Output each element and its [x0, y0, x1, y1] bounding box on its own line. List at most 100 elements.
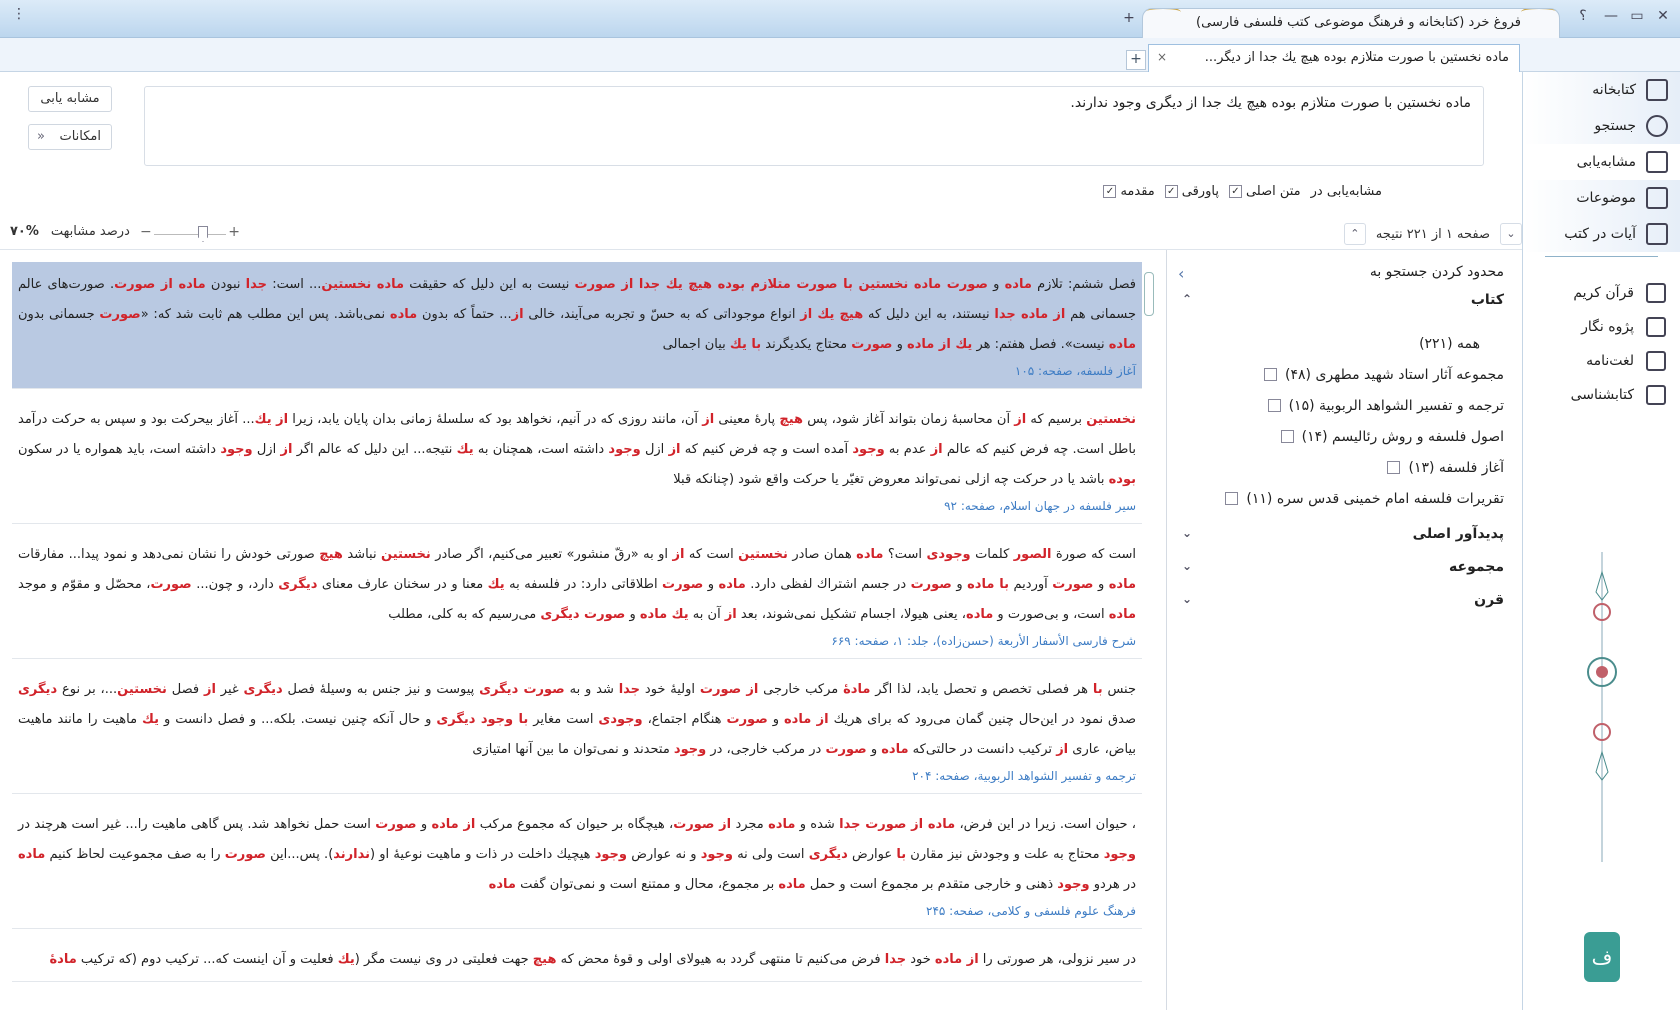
- highlight-match: با: [1092, 682, 1103, 697]
- close-tab-icon[interactable]: ×: [1157, 50, 1167, 64]
- highlight-match: جدا: [618, 682, 641, 697]
- results-scrollbar[interactable]: [1142, 262, 1156, 994]
- result-source-link[interactable]: شرح فارسی الأسفار الأربعة (حسن‌زاده)، جل…: [18, 630, 1136, 652]
- new-window-tab-button[interactable]: +: [1118, 10, 1140, 26]
- checkbox-icon[interactable]: [1267, 399, 1281, 412]
- result-source-link[interactable]: آغاز فلسفه، صفحه: ۱۰۵: [18, 360, 1136, 382]
- book-filter-label: ترجمه و تفسیر الشواهد الربوبیة (۱۵): [1288, 397, 1504, 414]
- result-source-link[interactable]: سیر فلسفه در جهان اسلام، صفحه: ۹۲: [18, 495, 1136, 517]
- sidebar-item-library[interactable]: کتابخانه: [1523, 72, 1680, 108]
- result-item[interactable]: نخستین برسیم که از آن محاسبهٔ زمان بتوان…: [12, 397, 1142, 524]
- highlight-match: از ماده جدا: [994, 307, 1066, 322]
- highlight-match: جدا: [245, 277, 268, 292]
- highlight-match: ماده: [488, 877, 516, 892]
- result-source-link[interactable]: ترجمه و تفسیر الشواهد الربوبیة، صفحه: ۲۰…: [18, 765, 1136, 787]
- book-filter-item[interactable]: تقریرات فلسفه امام خمینی قدس سره (۱۱): [1204, 483, 1504, 514]
- scrollbar-thumb[interactable]: [1144, 272, 1154, 316]
- tab-search-result[interactable]: × ماده نخستین با صورت متلازم بوده هیچ یك…: [1148, 44, 1520, 72]
- menu-dots-icon[interactable]: ⋮: [8, 6, 30, 22]
- checkbox-checked-icon: ✓: [1103, 185, 1117, 198]
- filter-head-author[interactable]: پدیدآور اصلی ⌄: [1182, 526, 1504, 542]
- book-filter-item[interactable]: ترجمه و تفسیر الشواهد الربوبیة (۱۵): [1204, 390, 1504, 421]
- book-filter-list: همه (۲۲۱) مجموعه آثار استاد شهید مطهری (…: [1204, 328, 1504, 514]
- add-tab-button[interactable]: +: [1126, 50, 1146, 70]
- result-text: ، حیوان است. زیرا در این فرض، ماده از صو…: [18, 817, 1137, 892]
- filter-all[interactable]: همه (۲۲۱): [1204, 328, 1504, 359]
- sidebar-item-search[interactable]: جستجو: [1523, 108, 1680, 144]
- highlight-match: از ماده: [934, 952, 979, 967]
- sidebar-item-topics[interactable]: موضوعات: [1523, 180, 1680, 216]
- next-page-button[interactable]: ⌄: [1500, 223, 1522, 245]
- maximize-button[interactable]: ▭: [1626, 8, 1648, 24]
- options-button[interactable]: امکانات «: [28, 124, 112, 150]
- highlight-match: وجود: [673, 742, 707, 757]
- checkbox-icon[interactable]: [1264, 368, 1278, 381]
- sidebar-item-quran[interactable]: قرآن کریم: [1523, 276, 1680, 310]
- filter-title: محدود کردن جستجو به: [1369, 264, 1504, 280]
- highlight-match: ماده نخستین: [321, 277, 405, 292]
- book-filter-item[interactable]: اصول فلسفه و روش رئالیسم (۱۴): [1204, 421, 1504, 452]
- highlight-match: از صورت: [699, 682, 759, 697]
- result-item[interactable]: ، حیوان است. زیرا در این فرض، ماده از صو…: [12, 802, 1142, 929]
- footnote-checkbox[interactable]: پاورقی ✓: [1164, 184, 1219, 199]
- similarity-slider[interactable]: − +: [140, 224, 240, 242]
- highlight-match: از صورت: [673, 817, 732, 832]
- checkbox-icon[interactable]: [1387, 461, 1401, 474]
- result-item[interactable]: جنس با هر فصلی تخصص و تحصل یابد، لذا اگر…: [12, 667, 1142, 794]
- similarity-percent: درصد مشابهت ۷۰%: [10, 224, 130, 239]
- filter-head-collection[interactable]: مجموعه ⌄: [1182, 559, 1504, 575]
- sidebar-item-label: پژوه نگار: [1581, 319, 1634, 335]
- highlight-match: از: [280, 442, 293, 457]
- sidebar-item-bibliography[interactable]: کتابشناسی: [1523, 378, 1680, 412]
- filter-head-century[interactable]: قرن ⌄: [1182, 592, 1504, 608]
- chevron-up-icon: ⌃: [1182, 292, 1193, 306]
- app-tab[interactable]: فروغ خرد (کتابخانه و فرهنگ موضوعی کتب فل…: [1142, 8, 1560, 38]
- highlight-match: با یك: [729, 337, 762, 352]
- checkbox-icon[interactable]: [1225, 492, 1239, 505]
- similar-icon: [1646, 151, 1668, 173]
- minimize-button[interactable]: —: [1600, 8, 1622, 24]
- highlight-match: ماده: [718, 577, 746, 592]
- ornament-divider: [1545, 256, 1658, 272]
- highlight-match: از: [203, 682, 216, 697]
- prev-page-button[interactable]: ⌃: [1343, 223, 1366, 245]
- sidebar-item-dictionary[interactable]: لغت‌نامه: [1523, 344, 1680, 378]
- book-filter-item[interactable]: مجموعه آثار استاد شهید مطهری (۴۸): [1204, 359, 1504, 390]
- highlight-match: صورت: [851, 337, 893, 352]
- book-filter-label: مجموعه آثار استاد شهید مطهری (۴۸): [1285, 366, 1504, 383]
- sidebar-item-notes[interactable]: پژوه نگار: [1523, 310, 1680, 344]
- help-button[interactable]: ؟: [1572, 8, 1594, 24]
- sidebar-item-similar[interactable]: مشابه‌یابی: [1523, 144, 1680, 180]
- highlight-match: از: [930, 442, 943, 457]
- checkbox-checked-icon: ✓: [1228, 185, 1242, 198]
- sidebar-item-label: قرآن کریم: [1573, 285, 1634, 301]
- highlight-match: یك از ماده: [907, 337, 973, 352]
- filter-head-book[interactable]: کتاب ⌃: [1182, 292, 1504, 308]
- chevron-down-icon: ⌄: [1182, 526, 1193, 540]
- result-item[interactable]: است که صورة الصور کلمات وجودی است؟ ماده …: [12, 532, 1142, 659]
- slider-thumb[interactable]: [198, 226, 208, 242]
- slider-plus-button[interactable]: +: [228, 224, 240, 240]
- checkbox-label: مقدمه: [1120, 184, 1155, 199]
- slider-minus-button[interactable]: −: [140, 224, 152, 240]
- result-item[interactable]: فصل ششم: تلازم ماده و صورت ماده نخستین ب…: [12, 262, 1142, 389]
- main-text-checkbox[interactable]: متن اصلی ✓: [1228, 184, 1301, 199]
- sidebar-item-label: آیات در کتب: [1564, 226, 1636, 242]
- result-source-link[interactable]: فرهنگ علوم فلسفی و کلامی، صفحه: ۲۴۵: [18, 900, 1136, 922]
- collapse-panel-icon[interactable]: ›: [1178, 264, 1184, 283]
- highlight-match: صورت دیگری: [540, 607, 626, 622]
- book-filter-item[interactable]: آغاز فلسفه (۱۳): [1204, 452, 1504, 483]
- intro-checkbox[interactable]: مقدمه ✓: [1103, 184, 1155, 199]
- checkbox-icon[interactable]: [1280, 430, 1294, 443]
- find-similar-button[interactable]: مشابه یابی: [28, 86, 112, 112]
- sidebar-item-label: موضوعات: [1576, 190, 1636, 206]
- query-textarea[interactable]: ماده نخستین با صورت متلازم بوده هیچ یك ج…: [144, 86, 1484, 166]
- filter-head-label: مجموعه: [1449, 559, 1504, 575]
- checkbox-checked-icon: ✓: [1164, 185, 1178, 198]
- close-button[interactable]: ✕: [1652, 8, 1674, 24]
- result-item[interactable]: در سیر نزولی، هر صورتی را از ماده خود جد…: [12, 937, 1142, 982]
- sidebar-item-verses[interactable]: آیات در کتب: [1523, 216, 1680, 252]
- highlight-match: ماده: [389, 307, 418, 322]
- bibliography-icon: [1646, 385, 1666, 405]
- highlight-match: از: [511, 307, 524, 322]
